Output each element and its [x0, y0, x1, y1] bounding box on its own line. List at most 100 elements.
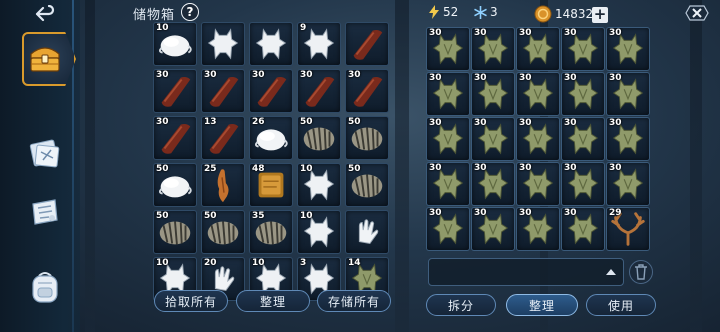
- take-all-button[interactable]: 拾取所有: [154, 290, 228, 312]
- tree-silhouette: [85, 0, 95, 332]
- item-slot[interactable]: 30: [516, 27, 560, 71]
- item-slot[interactable]: 50: [201, 210, 245, 254]
- coin-icon: [534, 5, 552, 23]
- item-slot[interactable]: 30: [606, 72, 650, 116]
- item-slot[interactable]: 13: [201, 116, 245, 160]
- item-quantity: 30: [609, 73, 622, 83]
- item-slot[interactable]: 30: [606, 162, 650, 206]
- use-button[interactable]: 使用: [586, 294, 656, 316]
- item-quantity: 10: [300, 211, 313, 221]
- item-slot[interactable]: 30: [516, 207, 560, 251]
- snowflake-icon: [474, 5, 487, 19]
- item-quantity: 30: [348, 70, 361, 80]
- plus-icon[interactable]: +: [592, 7, 608, 23]
- item-slot[interactable]: [345, 210, 389, 254]
- item-quantity: 29: [609, 208, 622, 218]
- item-quantity: 30: [156, 117, 169, 127]
- item-slot[interactable]: 10: [153, 22, 197, 66]
- item-slot[interactable]: 10: [297, 210, 341, 254]
- tree-silhouette: [690, 0, 702, 332]
- close-button[interactable]: [684, 2, 710, 24]
- tree-silhouette: [395, 0, 409, 332]
- item-quantity: 30: [609, 163, 622, 173]
- item-slot[interactable]: 30: [561, 207, 605, 251]
- item-quantity: 50: [348, 117, 361, 127]
- item-slot[interactable]: 30: [426, 27, 470, 71]
- item-quantity: 30: [300, 70, 313, 80]
- item-slot[interactable]: [249, 22, 293, 66]
- item-slot[interactable]: 30: [471, 117, 515, 161]
- inventory-sort-button[interactable]: 整理: [506, 294, 578, 316]
- close-icon: [685, 5, 709, 21]
- trash-icon: [635, 264, 647, 280]
- item-slot[interactable]: 30: [249, 69, 293, 113]
- item-slot[interactable]: 50: [345, 163, 389, 207]
- tab-map[interactable]: [20, 188, 70, 238]
- trash-button[interactable]: [629, 260, 653, 284]
- item-slot[interactable]: 9: [297, 22, 341, 66]
- item-slot[interactable]: 30: [426, 117, 470, 161]
- item-slot[interactable]: 30: [426, 72, 470, 116]
- item-slot[interactable]: 30: [153, 69, 197, 113]
- item-slot[interactable]: 30: [471, 72, 515, 116]
- item-slot[interactable]: 30: [471, 207, 515, 251]
- item-slot[interactable]: 50: [297, 116, 341, 160]
- item-quantity: 30: [519, 163, 532, 173]
- item-quantity: 50: [156, 211, 169, 221]
- coin-value: 14832: [555, 7, 594, 21]
- leather-strip-icon: [353, 30, 383, 60]
- white-glove-icon: [358, 219, 379, 244]
- item-slot[interactable]: 30: [426, 162, 470, 206]
- item-slot[interactable]: 30: [201, 69, 245, 113]
- item-slot[interactable]: 30: [153, 116, 197, 160]
- item-slot[interactable]: [201, 22, 245, 66]
- item-slot[interactable]: 48: [249, 163, 293, 207]
- item-detail-bar[interactable]: [428, 258, 624, 286]
- item-slot[interactable]: 30: [561, 72, 605, 116]
- item-slot[interactable]: 25: [201, 163, 245, 207]
- tab-backpack[interactable]: [20, 262, 70, 312]
- item-slot[interactable]: 30: [516, 117, 560, 161]
- item-quantity: 30: [564, 208, 577, 218]
- item-slot[interactable]: 50: [153, 210, 197, 254]
- store-all-button[interactable]: 存储所有: [317, 290, 391, 312]
- item-slot[interactable]: 30: [471, 162, 515, 206]
- storage-sort-button[interactable]: 整理: [236, 290, 310, 312]
- wolf-pelt-icon: [255, 28, 287, 60]
- item-quantity: 30: [564, 28, 577, 38]
- help-icon[interactable]: ?: [181, 3, 199, 21]
- item-slot[interactable]: 26: [249, 116, 293, 160]
- item-slot[interactable]: 30: [426, 207, 470, 251]
- back-button[interactable]: [32, 3, 58, 25]
- item-quantity: 30: [429, 73, 442, 83]
- item-quantity: 30: [519, 73, 532, 83]
- item-quantity: 30: [609, 118, 622, 128]
- item-quantity: 35: [252, 211, 265, 221]
- item-slot[interactable]: [345, 22, 389, 66]
- item-slot[interactable]: 30: [561, 27, 605, 71]
- item-slot[interactable]: 30: [516, 162, 560, 206]
- item-quantity: 25: [204, 164, 217, 174]
- item-slot[interactable]: 30: [561, 162, 605, 206]
- split-button[interactable]: 拆分: [426, 294, 496, 316]
- item-quantity: 10: [156, 23, 169, 33]
- energy-value: 52: [443, 5, 459, 19]
- item-slot[interactable]: 50: [153, 163, 197, 207]
- item-slot[interactable]: 30: [606, 27, 650, 71]
- item-slot[interactable]: 30: [516, 72, 560, 116]
- item-slot[interactable]: 30: [471, 27, 515, 71]
- item-quantity: 30: [429, 118, 442, 128]
- tab-storage[interactable]: [20, 33, 70, 83]
- item-slot[interactable]: 35: [249, 210, 293, 254]
- item-quantity: 30: [564, 118, 577, 128]
- tab-blueprint[interactable]: [20, 128, 70, 178]
- item-slot[interactable]: 30: [345, 69, 389, 113]
- item-slot[interactable]: 50: [345, 116, 389, 160]
- item-slot[interactable]: 30: [606, 117, 650, 161]
- item-quantity: 20: [204, 258, 217, 268]
- item-slot[interactable]: 30: [561, 117, 605, 161]
- item-slot[interactable]: 10: [297, 163, 341, 207]
- item-quantity: 26: [252, 117, 265, 127]
- item-slot[interactable]: 29: [606, 207, 650, 251]
- item-slot[interactable]: 30: [297, 69, 341, 113]
